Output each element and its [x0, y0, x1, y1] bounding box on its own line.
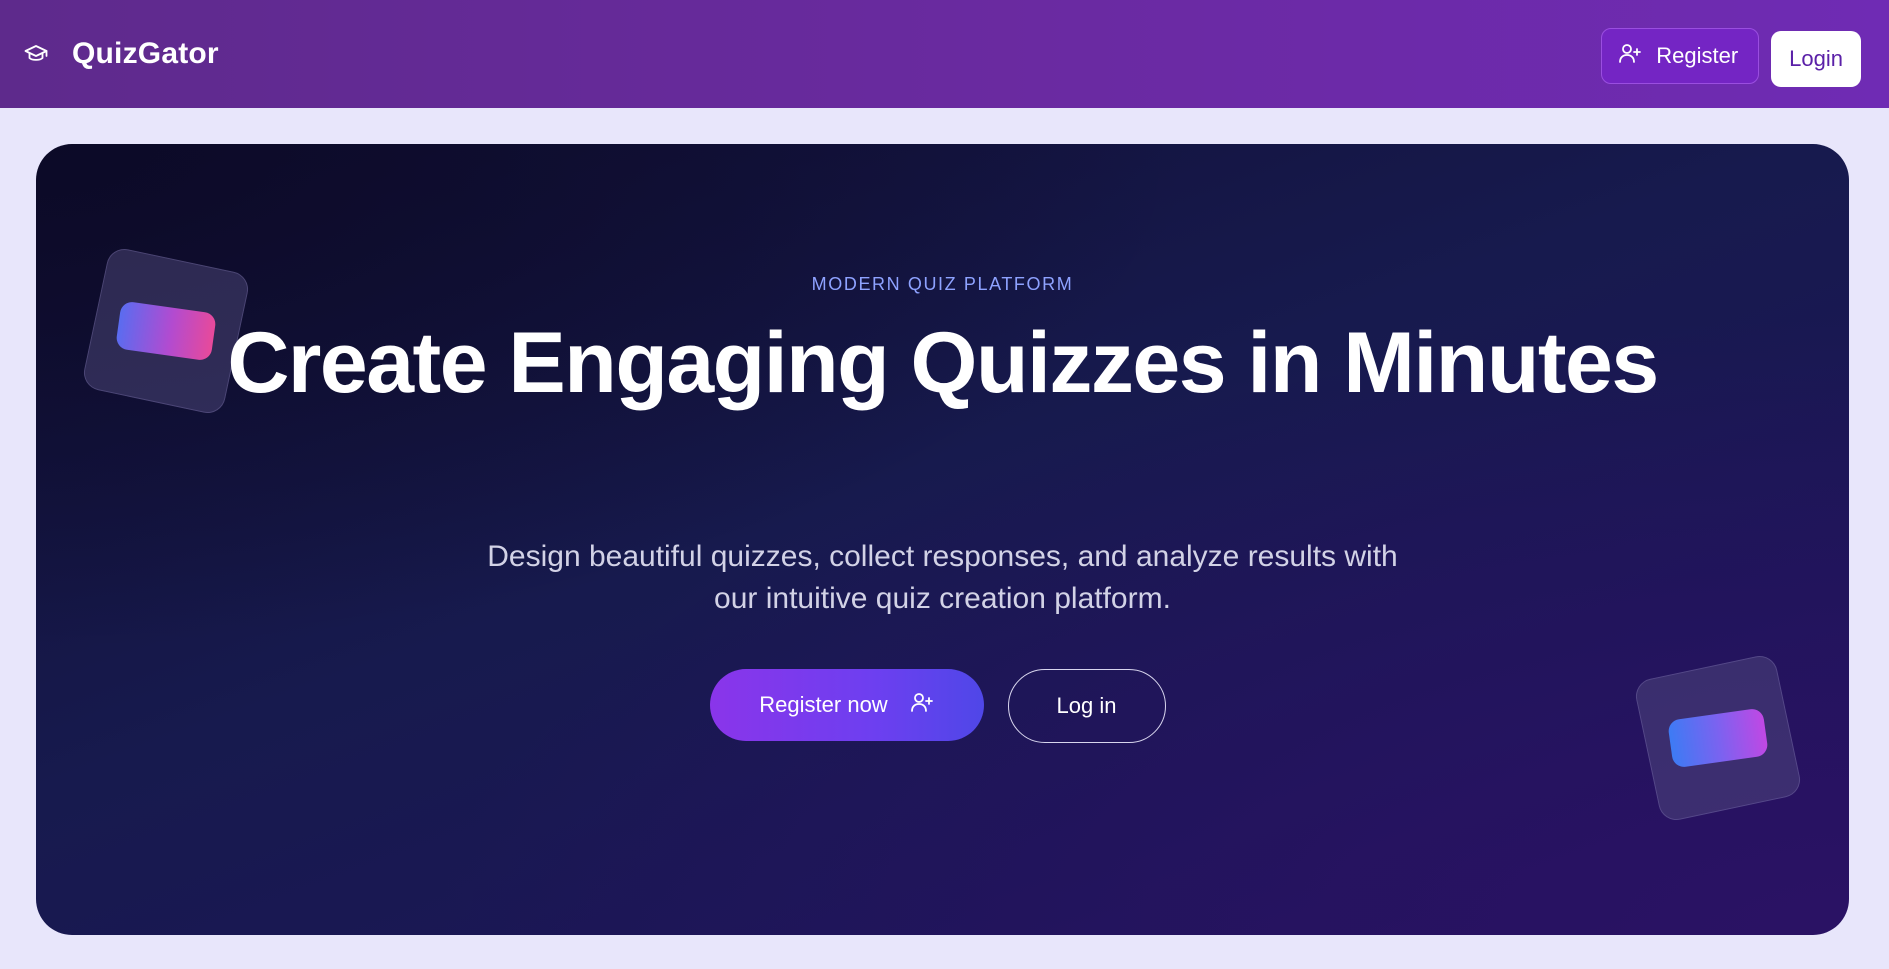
- brand-name: QuizGator: [72, 37, 219, 70]
- nav-actions: Register Login: [1601, 25, 1861, 87]
- nav-register-label: Register: [1656, 43, 1739, 68]
- user-plus-icon: [910, 690, 934, 720]
- cta-row: Register now Log in: [36, 669, 1849, 743]
- log-in-button[interactable]: Log in: [1007, 669, 1166, 743]
- graduation-cap-icon: [22, 40, 50, 68]
- hero-headline: Create Engaging Quizzes in Minutes: [227, 315, 1659, 411]
- brand[interactable]: QuizGator: [22, 37, 219, 71]
- hero-subtitle: Design beautiful quizzes, collect respon…: [36, 536, 1849, 620]
- hero-section: MODERN QUIZ PLATFORM Create Engaging Qui…: [36, 144, 1849, 935]
- register-now-button[interactable]: Register now: [709, 669, 984, 741]
- hero-eyebrow: MODERN QUIZ PLATFORM: [811, 274, 1074, 294]
- user-plus-icon: [1618, 41, 1642, 71]
- nav-login-button[interactable]: Login: [1771, 31, 1861, 87]
- register-now-label: Register now: [759, 692, 888, 717]
- nav-register-button[interactable]: Register: [1601, 28, 1760, 84]
- top-navbar: QuizGator Register Login: [0, 0, 1889, 108]
- hero-subtitle-line-1: Design beautiful quizzes, collect respon…: [487, 540, 1398, 573]
- hero-subtitle-line-2: our intuitive quiz creation platform.: [714, 582, 1171, 615]
